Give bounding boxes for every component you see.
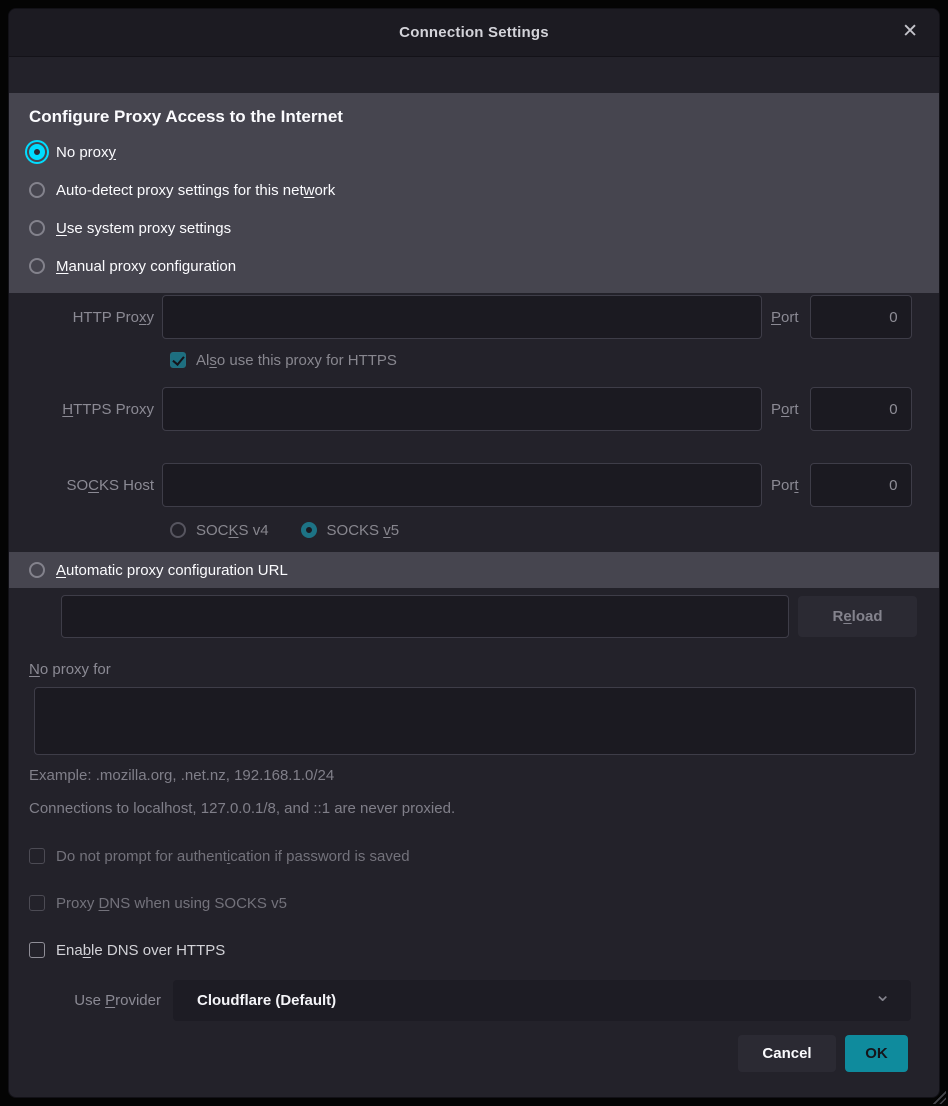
auto-config-label: Automatic proxy configuration URL: [56, 562, 288, 579]
socks-port-input[interactable]: [810, 463, 912, 507]
checkbox-icon[interactable]: [170, 352, 186, 368]
dialog-title: Connection Settings: [399, 24, 549, 41]
proxy-dns-label: Proxy DNS when using SOCKS v5: [56, 895, 287, 912]
dialog-footer: Cancel OK: [9, 1035, 939, 1072]
https-port-input[interactable]: [810, 387, 912, 431]
https-proxy-label: HTTPS Proxy: [9, 401, 162, 418]
socks-host-label: SOCKS Host: [9, 477, 162, 494]
section-heading: Configure Proxy Access to the Internet: [29, 107, 939, 127]
doh-provider-row: Use Provider Cloudflare (Default) ⌄: [9, 980, 939, 1021]
dialog-titlebar: Connection Settings ✕: [9, 9, 939, 57]
doh-provider-value: Cloudflare (Default): [197, 992, 336, 1009]
chevron-down-icon: ⌄: [874, 982, 891, 1007]
radio-icon[interactable]: [170, 522, 186, 538]
https-port-label: Port: [771, 401, 799, 418]
radio-autodetect-proxy[interactable]: Auto-detect proxy settings for this netw…: [9, 171, 939, 209]
no-proxy-for-textarea[interactable]: [34, 687, 916, 755]
also-https-row[interactable]: Also use this proxy for HTTPS: [170, 349, 939, 371]
radio-icon[interactable]: [301, 522, 317, 538]
checkbox-icon[interactable]: [29, 895, 45, 911]
also-https-label: Also use this proxy for HTTPS: [196, 352, 397, 369]
http-proxy-label: HTTP Proxy: [9, 309, 162, 326]
radio-icon[interactable]: [29, 182, 45, 198]
checkbox-enable-doh[interactable]: Enable DNS over HTTPS: [9, 941, 939, 959]
use-provider-label: Use Provider: [9, 992, 161, 1009]
https-proxy-row: HTTPS Proxy Port: [9, 387, 939, 431]
http-port-input[interactable]: [810, 295, 912, 339]
checkbox-no-prompt-auth[interactable]: Do not prompt for authentication if pass…: [9, 847, 939, 865]
doh-provider-dropdown[interactable]: Cloudflare (Default) ⌄: [173, 980, 911, 1021]
checkbox-icon[interactable]: [29, 848, 45, 864]
http-proxy-row: HTTP Proxy Port: [9, 295, 939, 339]
socks-host-input[interactable]: [162, 463, 762, 507]
radio-label: Auto-detect proxy settings for this netw…: [56, 182, 335, 199]
checkbox-icon[interactable]: [29, 942, 45, 958]
radio-system-proxy[interactable]: Use system proxy settings: [9, 209, 939, 247]
no-prompt-auth-label: Do not prompt for authentication if pass…: [56, 848, 410, 865]
radio-icon[interactable]: [29, 562, 45, 578]
radio-label: Use system proxy settings: [56, 220, 231, 237]
radio-icon[interactable]: [29, 258, 45, 274]
close-icon[interactable]: ✕: [902, 22, 918, 42]
reload-button[interactable]: Reload: [798, 596, 917, 637]
dialog-content: Configure Proxy Access to the Internet N…: [9, 93, 939, 1072]
socks-v5-label: SOCKS v5: [327, 522, 400, 539]
http-proxy-input[interactable]: [162, 295, 762, 339]
socks-port-label: Port: [771, 477, 799, 494]
cancel-button[interactable]: Cancel: [738, 1035, 836, 1072]
ok-button[interactable]: OK: [845, 1035, 908, 1072]
radio-auto-config-url[interactable]: Automatic proxy configuration URL: [9, 552, 939, 588]
checkbox-proxy-dns-socks5[interactable]: Proxy DNS when using SOCKS v5: [9, 894, 939, 912]
socks-host-row: SOCKS Host Port: [9, 463, 939, 507]
auto-config-url-row: Reload: [9, 595, 939, 638]
no-proxy-example-text: Example: .mozilla.org, .net.nz, 192.168.…: [29, 767, 939, 784]
https-proxy-input[interactable]: [162, 387, 762, 431]
auto-config-url-input[interactable]: [61, 595, 789, 638]
radio-manual-proxy[interactable]: Manual proxy configuration: [9, 247, 939, 285]
connection-settings-dialog: Connection Settings ✕ Configure Proxy Ac…: [8, 8, 940, 1098]
socks-version-row: SOCKS v4 SOCKS v5: [170, 521, 939, 539]
enable-doh-label: Enable DNS over HTTPS: [56, 942, 225, 959]
radio-label: Manual proxy configuration: [56, 258, 236, 275]
no-proxy-for-label: No proxy for: [29, 661, 939, 678]
radio-icon[interactable]: [29, 220, 45, 236]
proxy-mode-section: Configure Proxy Access to the Internet N…: [9, 93, 939, 293]
radio-label: No proxy: [56, 144, 116, 161]
radio-no-proxy[interactable]: No proxy: [9, 133, 939, 171]
radio-icon[interactable]: [29, 144, 45, 160]
localhost-note-text: Connections to localhost, 127.0.0.1/8, a…: [29, 800, 939, 817]
http-port-label: Port: [771, 309, 799, 326]
socks-v4-label: SOCKS v4: [196, 522, 269, 539]
